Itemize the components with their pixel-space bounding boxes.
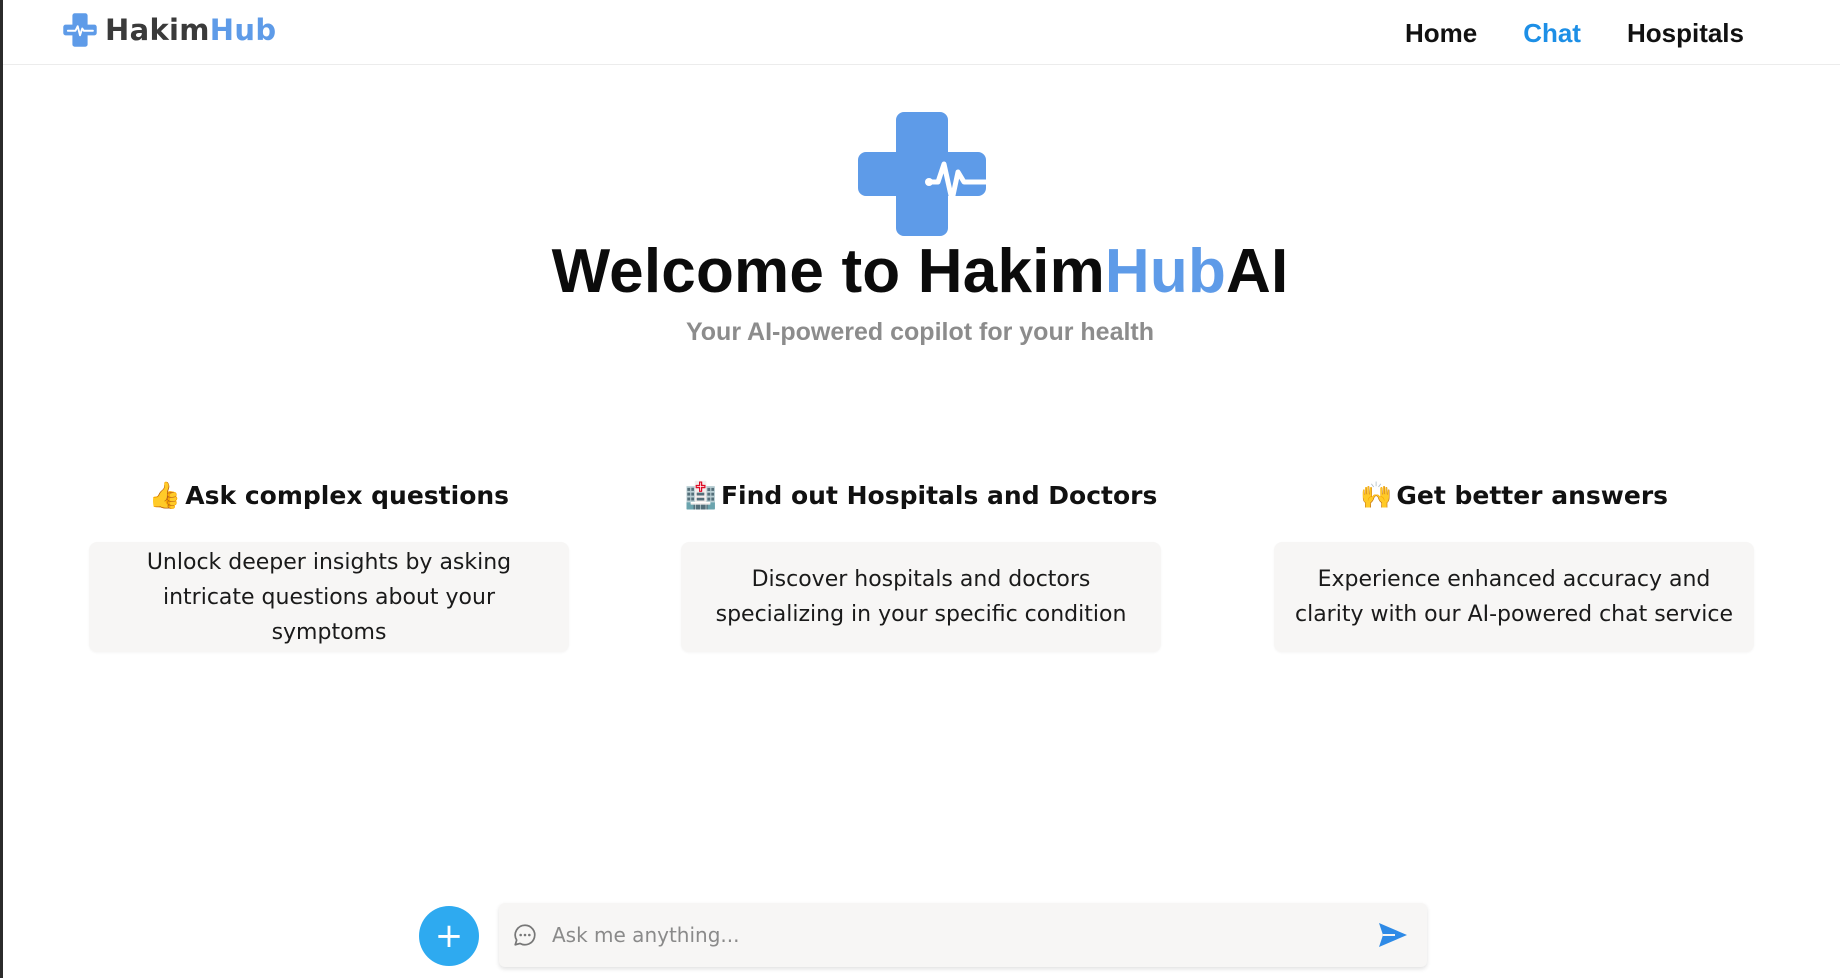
- chat-input[interactable]: [550, 922, 1373, 948]
- feature-title: Find out Hospitals and Doctors: [720, 481, 1158, 510]
- feature-title: Ask complex questions: [185, 481, 510, 510]
- hero-title-accent: Hub: [1104, 237, 1227, 306]
- brand-name-accent: Hub: [209, 13, 277, 47]
- feature-title: Get better answers: [1396, 481, 1669, 510]
- feature-heading: 👍 Ask complex questions: [89, 474, 569, 518]
- feature-description: Unlock deeper insights by asking intrica…: [146, 549, 512, 645]
- hero-medical-cross-icon: [858, 112, 986, 236]
- feature-ask-questions: 👍 Ask complex questions Unlock deeper ins…: [89, 474, 569, 652]
- hero-subtitle: Your AI-powered copilot for your health: [685, 318, 1155, 346]
- feature-heading: 🏥 Find out Hospitals and Doctors: [681, 474, 1161, 518]
- feature-better-answers: 🙌 Get better answers Experience enhanced …: [1274, 474, 1754, 652]
- medical-cross-heartbeat-icon: [63, 13, 97, 47]
- hero-title: Welcome to HakimHubAI: [0, 236, 1840, 307]
- nav-link-home[interactable]: Home: [1405, 18, 1477, 49]
- nav-links: Home Chat Hospitals: [1405, 18, 1744, 49]
- chat-input-bar: [499, 903, 1427, 967]
- nav-link-hospitals[interactable]: Hospitals: [1627, 18, 1744, 49]
- thumbs-up-icon: 👍: [148, 481, 182, 511]
- brand-logo-link[interactable]: HakimHub: [61, 10, 276, 50]
- feature-card: Unlock deeper insights by asking intrica…: [89, 542, 569, 652]
- brand-name: HakimHub: [105, 13, 276, 47]
- nav-link-chat[interactable]: Chat: [1523, 18, 1581, 49]
- feature-card: Discover hospitals and doctors specializ…: [681, 542, 1161, 652]
- hero-title-primary: Welcome to Hakim: [551, 237, 1105, 306]
- feature-find-hospitals: 🏥 Find out Hospitals and Doctors Discover…: [681, 474, 1161, 652]
- feature-description: Discover hospitals and doctors specializ…: [715, 567, 1127, 627]
- chat-bubble-icon: [514, 924, 536, 946]
- hero-title-suffix: AI: [1226, 237, 1289, 306]
- feature-heading: 🙌 Get better answers: [1274, 474, 1754, 518]
- new-chat-button[interactable]: +: [419, 906, 479, 966]
- feature-card: Experience enhanced accuracy and clarity…: [1274, 542, 1754, 652]
- raised-hands-icon: 🙌: [1359, 481, 1393, 511]
- navbar: HakimHub Home Chat Hospitals: [3, 0, 1840, 65]
- send-icon: [1379, 923, 1407, 947]
- feature-description: Experience enhanced accuracy and clarity…: [1294, 567, 1734, 627]
- send-button[interactable]: [1373, 915, 1413, 955]
- brand-name-primary: Hakim: [105, 13, 210, 47]
- window-left-edge: [0, 0, 3, 978]
- hospital-icon: 🏥: [684, 481, 717, 511]
